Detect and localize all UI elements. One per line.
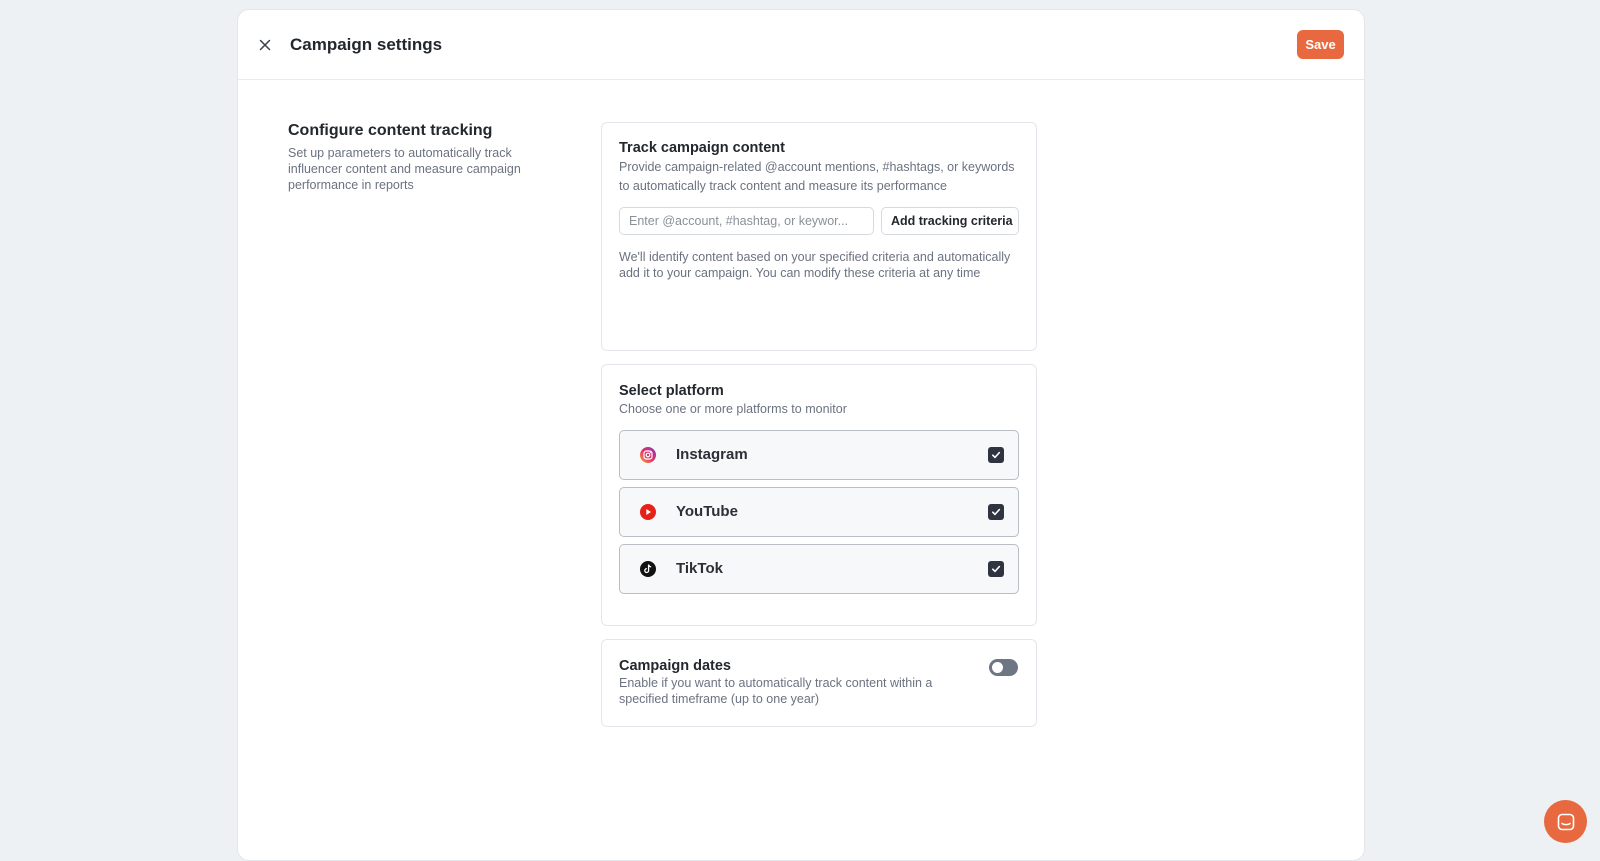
check-icon [992, 565, 1001, 572]
close-icon [259, 39, 271, 51]
campaign-dates-card: Campaign dates Enable if you want to aut… [601, 639, 1037, 727]
campaign-settings-modal: Campaign settings Save Configure content… [237, 9, 1365, 861]
youtube-checkbox[interactable] [988, 503, 1004, 520]
platform-item-youtube[interactable]: YouTube [619, 486, 1019, 537]
tracking-input-row: Add tracking criteria [619, 207, 1019, 235]
dates-description: Enable if you want to automatically trac… [619, 676, 933, 706]
intro-description: Set up parameters to automatically track… [288, 146, 521, 192]
track-title: Track campaign content [619, 140, 785, 156]
tiktok-checkbox[interactable] [988, 560, 1004, 577]
page-title: Campaign settings [290, 35, 443, 54]
save-button[interactable]: Save [1297, 30, 1344, 59]
select-platform-card: Select platform Choose one or more platf… [601, 364, 1037, 626]
track-description: Provide campaign-related @account mentio… [619, 160, 1015, 193]
platform-item-instagram[interactable]: Instagram [619, 429, 1019, 480]
intro-title: Configure content tracking [288, 122, 493, 139]
chat-launcher-button[interactable] [1544, 800, 1587, 843]
intro-section: Configure content tracking Set up parame… [288, 122, 558, 193]
add-tracking-criteria-button[interactable]: Add tracking criteria [881, 207, 1019, 235]
dates-title: Campaign dates [619, 658, 731, 674]
toggle-knob [992, 662, 1003, 673]
platform-label: YouTube [676, 503, 738, 520]
platform-title: Select platform [619, 383, 724, 399]
track-content-card: Track campaign content Provide campaign-… [601, 122, 1037, 351]
platform-list: Instagram YouTube TikTok [619, 429, 1019, 594]
close-button[interactable] [254, 34, 276, 56]
modal-header: Campaign settings Save [238, 10, 1364, 80]
track-note: We'll identify content based on your spe… [619, 250, 1011, 280]
tiktok-icon [639, 560, 657, 578]
instagram-checkbox[interactable] [988, 446, 1004, 463]
platform-label: Instagram [676, 446, 748, 463]
check-icon [992, 451, 1001, 458]
instagram-icon [639, 446, 657, 464]
youtube-icon [639, 503, 657, 521]
campaign-dates-toggle[interactable] [989, 659, 1018, 676]
check-icon [992, 508, 1001, 515]
tracking-criteria-input[interactable] [619, 207, 874, 235]
platform-item-tiktok[interactable]: TikTok [619, 543, 1019, 594]
platform-label: TikTok [676, 560, 723, 577]
chat-icon [1557, 813, 1574, 830]
platform-description: Choose one or more platforms to monitor [619, 402, 847, 416]
